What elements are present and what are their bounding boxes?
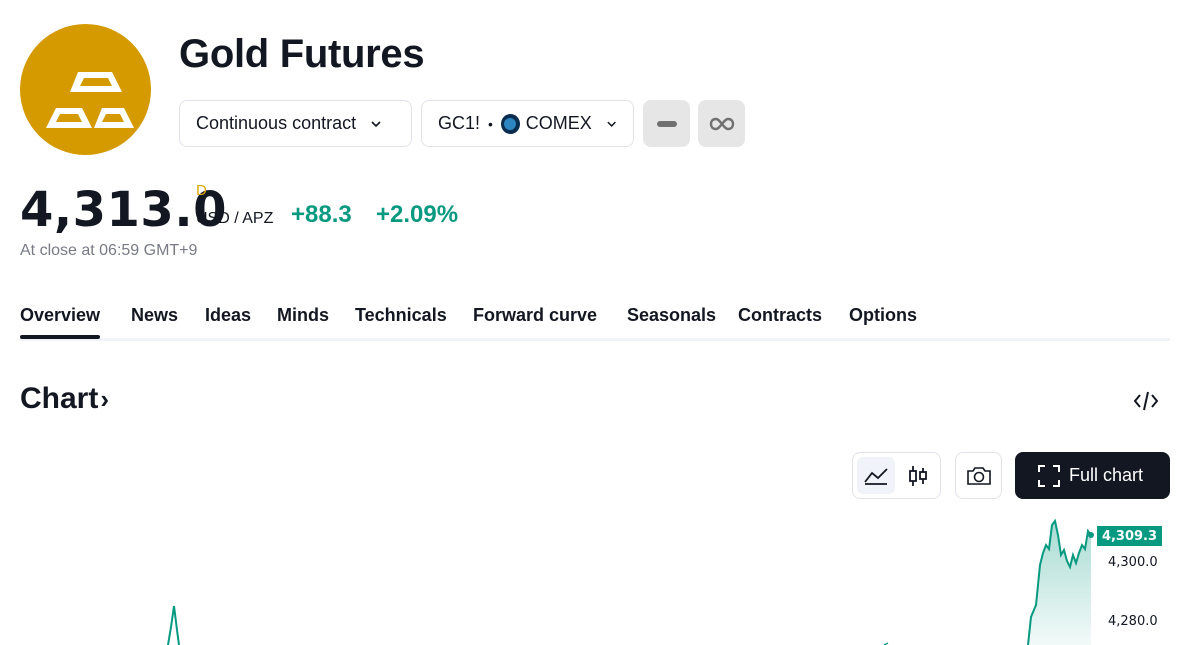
exchange-label: COMEX [525, 113, 592, 133]
chevron-down-icon [371, 120, 381, 127]
tab-news[interactable]: News [131, 305, 178, 326]
section-tabs: Overview News Ideas Minds Technicals For… [20, 305, 1170, 341]
price-change: +88.3 [291, 201, 352, 228]
tab-overview[interactable]: Overview [20, 305, 101, 339]
last-price-tag: 4,309.3 [1097, 526, 1162, 546]
page-title: Gold Futures [179, 32, 425, 76]
candlestick-chart-button[interactable] [899, 457, 937, 494]
area-chart-button[interactable] [857, 457, 895, 494]
chevron-right-icon: › [100, 384, 110, 414]
comex-exchange-icon [500, 113, 520, 134]
candlestick-icon [909, 465, 927, 486]
full-chart-button[interactable]: Full chart [1015, 452, 1170, 499]
contract-type-label: Continuous contract [196, 113, 357, 133]
axis-label: 4,280.0 [1108, 614, 1158, 629]
full-chart-label: Full chart [1069, 465, 1144, 485]
snapshot-button[interactable] [955, 452, 1002, 499]
axis-label: 4,300.0 [1108, 555, 1158, 570]
embed-code-icon[interactable] [1132, 388, 1160, 414]
tab-forward-curve[interactable]: Forward curve [473, 305, 597, 326]
symbol-label: GC1! [438, 113, 481, 133]
infinity-icon [709, 117, 734, 130]
price-change-percent: +2.09% [376, 201, 459, 228]
area-chart-icon [864, 467, 888, 485]
price-area-chart[interactable] [0, 505, 1200, 645]
bar-icon [656, 120, 677, 127]
chart-section-link[interactable]: Chart› [20, 382, 109, 416]
tab-technicals[interactable]: Technicals [355, 305, 447, 326]
tab-minds[interactable]: Minds [277, 305, 329, 326]
infinity-button[interactable] [698, 100, 745, 147]
fullscreen-icon [1038, 464, 1060, 487]
price-line-left [167, 605, 180, 645]
last-price-marker [1088, 532, 1094, 538]
symbol-exchange-dropdown[interactable]: GC1! • COMEX [421, 100, 634, 147]
currency-label: USD / APZ [196, 210, 274, 227]
tab-seasonals[interactable]: Seasonals [627, 305, 716, 326]
close-time: At close at 06:59 GMT+9 [20, 242, 198, 259]
bar-button[interactable] [643, 100, 690, 147]
session-flag: D [196, 182, 207, 199]
chevron-down-icon [607, 121, 616, 127]
chart-style-toggle [852, 452, 941, 499]
gold-bars-icon [46, 72, 134, 128]
tab-options[interactable]: Options [849, 305, 917, 326]
chart-heading-label: Chart [20, 382, 99, 415]
contract-type-dropdown[interactable]: Continuous contract [179, 100, 412, 147]
separator-dot: • [488, 115, 493, 132]
gold-futures-logo [20, 24, 151, 155]
tab-contracts[interactable]: Contracts [738, 305, 822, 326]
camera-icon [966, 466, 991, 485]
tab-ideas[interactable]: Ideas [205, 305, 251, 326]
